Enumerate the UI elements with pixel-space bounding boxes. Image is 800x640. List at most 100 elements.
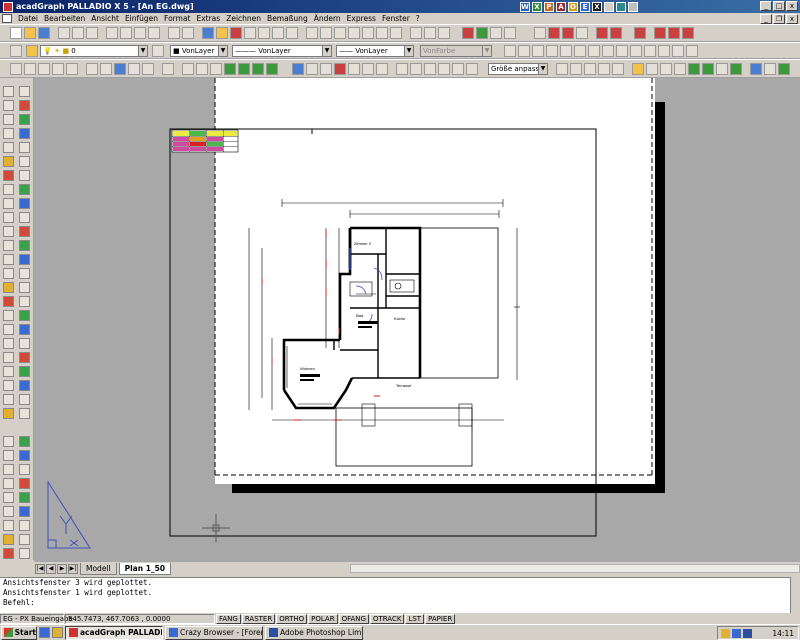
arch-6-icon[interactable] xyxy=(362,63,374,75)
3d-1-icon[interactable] xyxy=(182,63,194,75)
tool-icon[interactable] xyxy=(604,1,614,12)
draw-tool-32-icon[interactable] xyxy=(19,296,30,307)
draw-tool-51-icon[interactable] xyxy=(3,450,14,461)
palladio-12-icon[interactable] xyxy=(716,63,728,75)
prop-tool-7-icon[interactable] xyxy=(588,45,600,57)
layout-2-icon[interactable] xyxy=(424,27,436,39)
draw-tool-23-icon[interactable] xyxy=(3,240,14,251)
doc-minimize-button[interactable]: _ xyxy=(760,14,772,24)
tray-app-icon[interactable] xyxy=(743,628,752,638)
save-icon[interactable] xyxy=(38,27,50,39)
menu-ansicht[interactable]: Ansicht xyxy=(88,14,122,23)
checkmark-icon[interactable] xyxy=(682,27,694,39)
draw-tool-52-icon[interactable] xyxy=(19,450,30,461)
draw-tool-11-icon[interactable] xyxy=(3,156,14,167)
draw-tool-9-icon[interactable] xyxy=(3,142,14,153)
express-tool-1-icon[interactable] xyxy=(596,27,608,39)
prop-tool-12-icon[interactable] xyxy=(658,45,670,57)
new-icon[interactable] xyxy=(10,27,22,39)
copy-icon[interactable] xyxy=(120,27,132,39)
landscape-icon[interactable] xyxy=(750,63,762,75)
layout-1-icon[interactable] xyxy=(410,27,422,39)
palladio-3-icon[interactable] xyxy=(584,63,596,75)
draw-tool-21-icon[interactable] xyxy=(3,226,14,237)
prop-tool-9-icon[interactable] xyxy=(616,45,628,57)
zoom-realtime-icon[interactable] xyxy=(258,27,270,39)
draw-tool-18-icon[interactable] xyxy=(19,198,30,209)
layer-manager-icon[interactable] xyxy=(10,45,22,57)
viewport-icon[interactable] xyxy=(38,63,50,75)
shade-1-icon[interactable] xyxy=(86,63,98,75)
draw-tool-54-icon[interactable] xyxy=(19,464,30,475)
toggle-papier[interactable]: PAPIER xyxy=(425,613,456,624)
globe-icon[interactable] xyxy=(616,1,626,12)
3d-2-icon[interactable] xyxy=(196,63,208,75)
frame-icon[interactable] xyxy=(52,63,64,75)
prev-tab-icon[interactable]: ◀ xyxy=(46,563,56,574)
menu-datei[interactable]: Datei xyxy=(15,14,41,23)
draw-tool-38-icon[interactable] xyxy=(19,338,30,349)
print-icon[interactable] xyxy=(58,27,70,39)
outlook-icon[interactable]: O xyxy=(568,1,578,12)
draw-tool-36-icon[interactable] xyxy=(19,324,30,335)
grid-icon[interactable] xyxy=(10,63,22,75)
layer-combo[interactable]: 💡 ☀ ■ 0 ▼ xyxy=(40,45,148,57)
menu-format[interactable]: Format xyxy=(161,14,193,23)
draw-tool-22-icon[interactable] xyxy=(19,226,30,237)
toggle-otrack[interactable]: OTRACK xyxy=(369,613,405,624)
draw-tool-30-icon[interactable] xyxy=(19,282,30,293)
draw-tool-20-icon[interactable] xyxy=(19,212,30,223)
palladio-4-icon[interactable] xyxy=(598,63,610,75)
prop-tool-11-icon[interactable] xyxy=(644,45,656,57)
cut-icon[interactable] xyxy=(106,27,118,39)
prop-tool-14-icon[interactable] xyxy=(686,45,698,57)
chevron-down-icon[interactable]: ▼ xyxy=(404,46,413,56)
palladio-7-icon[interactable] xyxy=(646,63,658,75)
command-prompt[interactable]: Befehl: xyxy=(3,598,800,608)
draw-tool-25-icon[interactable] xyxy=(3,254,14,265)
3d-5-icon[interactable] xyxy=(238,63,250,75)
menu-bearbeiten[interactable]: Bearbeiten xyxy=(41,14,88,23)
draw-tool-50-icon[interactable] xyxy=(19,436,30,447)
draw-tool-59-icon[interactable] xyxy=(3,506,14,517)
prop-tool-4-icon[interactable] xyxy=(546,45,558,57)
toggle-fang[interactable]: FANG xyxy=(216,613,241,624)
horizontal-scrollbar[interactable] xyxy=(350,564,800,573)
orbit-icon[interactable] xyxy=(162,63,174,75)
palladio-13-icon[interactable] xyxy=(730,63,742,75)
prop-tool-3-icon[interactable] xyxy=(532,45,544,57)
view-2-icon[interactable] xyxy=(348,27,360,39)
arch-5-icon[interactable] xyxy=(348,63,360,75)
express-tool-5-icon[interactable] xyxy=(668,27,680,39)
draw-tool-46-icon[interactable] xyxy=(19,394,30,405)
prop-tool-1-icon[interactable] xyxy=(504,45,516,57)
draw-tool-49-icon[interactable] xyxy=(3,436,14,447)
color-combo[interactable]: ■ VonLayer ▼ xyxy=(170,45,228,57)
menu-fenster[interactable]: Fenster xyxy=(379,14,413,23)
folder-icon[interactable] xyxy=(52,627,63,638)
menu-help[interactable]: ? xyxy=(413,14,423,23)
task-crazy-browser[interactable]: Crazy Browser - [Foren a... xyxy=(165,625,263,640)
palladio-11-icon[interactable] xyxy=(702,63,714,75)
palladio-10-icon[interactable] xyxy=(688,63,700,75)
express-tool-3-icon[interactable] xyxy=(634,27,646,39)
prop-tool-8-icon[interactable] xyxy=(602,45,614,57)
zoom-5-icon[interactable] xyxy=(452,63,464,75)
powerpoint-icon[interactable]: P xyxy=(544,1,554,12)
draw-tool-29-icon[interactable] xyxy=(3,282,14,293)
shade-3-icon[interactable] xyxy=(114,63,126,75)
3d-4-icon[interactable] xyxy=(224,63,236,75)
designcenter-icon[interactable] xyxy=(202,27,214,39)
toggle-ofang[interactable]: OFANG xyxy=(338,613,369,624)
arch-4-icon[interactable] xyxy=(334,63,346,75)
draw-tool-14-icon[interactable] xyxy=(19,170,30,181)
toggle-lst[interactable]: LST xyxy=(405,613,425,624)
draw-tool-3-icon[interactable] xyxy=(3,100,14,111)
publish-icon[interactable] xyxy=(86,27,98,39)
drawing-area[interactable]: Zimmer 3 Bad Küche Wohnen Terrasse xyxy=(34,78,800,562)
draw-tool-4-icon[interactable] xyxy=(19,100,30,111)
last-tab-icon[interactable]: ▶| xyxy=(68,563,78,574)
palladio-9-icon[interactable] xyxy=(674,63,686,75)
layer-tool-1-icon[interactable] xyxy=(534,27,546,39)
draw-tool-8-icon[interactable] xyxy=(19,128,30,139)
